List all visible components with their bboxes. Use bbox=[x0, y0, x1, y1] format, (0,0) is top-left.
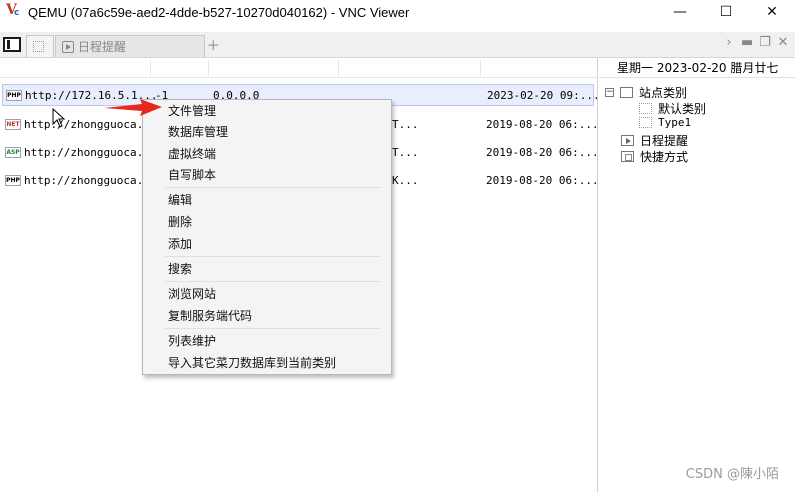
red-arrow-annotation bbox=[104, 99, 162, 116]
category-icon bbox=[639, 117, 652, 128]
menu-item-import-database[interactable]: 导入其它菜刀数据库到当前类别 bbox=[144, 352, 390, 374]
menu-divider bbox=[165, 281, 381, 282]
menu-item-custom-script[interactable]: 自写脚本 bbox=[144, 164, 390, 186]
window-title: QEMU (07a6c59e-aed2-4dde-b527-10270d0401… bbox=[28, 4, 410, 20]
schedule-icon bbox=[621, 135, 634, 146]
mouse-cursor-icon bbox=[52, 108, 66, 128]
net-badge-icon: NET bbox=[5, 119, 21, 130]
tab-minimize-icon[interactable]: ▬ bbox=[741, 35, 753, 50]
row-date: 2023-02-20 09:... bbox=[487, 89, 600, 102]
collapse-icon[interactable]: − bbox=[605, 88, 614, 97]
tree-item-default-category[interactable]: 默认类别 bbox=[639, 100, 706, 117]
folder-icon bbox=[620, 87, 633, 98]
tab-bar-controls: › ▬ ❐ ✕ bbox=[723, 35, 789, 50]
php-badge-icon: PHP bbox=[5, 175, 21, 186]
schedule-icon bbox=[62, 40, 74, 53]
menu-item-copy-server-code[interactable]: 复制服务端代码 bbox=[144, 305, 390, 327]
tab-schedule[interactable]: 日程提醒 bbox=[55, 35, 205, 57]
row-url: http://zhongguoca... bbox=[24, 174, 157, 187]
menu-item-file-manager[interactable]: 文件管理 bbox=[144, 100, 390, 122]
tab-schedule-label: 日程提醒 bbox=[78, 40, 127, 54]
column-divider[interactable] bbox=[150, 60, 151, 76]
menu-item-add[interactable]: 添加 bbox=[144, 233, 390, 255]
tree-item-type1[interactable]: Type1 bbox=[639, 116, 691, 129]
row-date: 2019-08-20 06:... bbox=[486, 118, 599, 131]
asp-badge-icon: ASP bbox=[5, 147, 21, 158]
menu-item-edit[interactable]: 编辑 bbox=[144, 189, 390, 211]
minimize-button[interactable]: — bbox=[657, 0, 703, 24]
right-panel: 星期一 2023-02-20 腊月廿七 − 站点类别 默认类别 Type1 日程… bbox=[599, 58, 795, 492]
context-menu: 文件管理 数据库管理 虚拟终端 自写脚本 编辑 删除 添加 搜索 浏览网站 复制… bbox=[142, 99, 392, 375]
window-titlebar: Vc QEMU (07a6c59e-aed2-4dde-b527-10270d0… bbox=[0, 0, 795, 24]
window-controls: — ☐ ✕ bbox=[657, 0, 795, 24]
menu-divider bbox=[165, 328, 381, 329]
row-url: http://zhongguoca... bbox=[24, 146, 157, 159]
row-date: 2019-08-20 06:... bbox=[486, 146, 599, 159]
menu-item-virtual-terminal[interactable]: 虚拟终端 bbox=[144, 143, 390, 165]
add-tab-button[interactable]: + bbox=[207, 36, 220, 54]
category-icon bbox=[639, 103, 652, 114]
blank-tab-icon bbox=[33, 41, 44, 52]
watermark: CSDN @陳小陌 bbox=[685, 467, 779, 482]
menu-item-delete[interactable]: 删除 bbox=[144, 211, 390, 233]
tree-item-site-category[interactable]: − 站点类别 bbox=[605, 84, 687, 101]
tab-restore-icon[interactable]: ❐ bbox=[759, 35, 771, 50]
row-field: K... bbox=[392, 174, 419, 187]
close-button[interactable]: ✕ bbox=[749, 0, 795, 24]
menu-item-browse-site[interactable]: 浏览网站 bbox=[144, 283, 390, 305]
vnc-viewer-icon: Vc bbox=[6, 2, 20, 18]
column-divider[interactable] bbox=[480, 60, 481, 76]
column-divider[interactable] bbox=[338, 60, 339, 76]
menu-divider bbox=[165, 256, 381, 257]
row-field: T... bbox=[392, 118, 419, 131]
maximize-button[interactable]: ☐ bbox=[703, 0, 749, 24]
date-header: 星期一 2023-02-20 腊月廿七 bbox=[599, 58, 795, 78]
menu-item-list-maintenance[interactable]: 列表维护 bbox=[144, 330, 390, 352]
tab-bar: 日程提醒 + › ▬ ❐ ✕ bbox=[0, 32, 795, 58]
menu-item-search[interactable]: 搜索 bbox=[144, 258, 390, 280]
chevron-right-icon[interactable]: › bbox=[723, 35, 735, 50]
tree-item-shortcuts[interactable]: 快捷方式 bbox=[621, 148, 688, 165]
column-divider[interactable] bbox=[208, 60, 209, 76]
sidebar-toggle-icon[interactable] bbox=[3, 37, 21, 52]
row-date: 2019-08-20 06:... bbox=[486, 174, 599, 187]
tab-blank[interactable] bbox=[26, 35, 54, 57]
tab-close-icon[interactable]: ✕ bbox=[777, 35, 789, 50]
shortcut-icon bbox=[621, 151, 634, 162]
php-badge-icon: PHP bbox=[6, 90, 22, 101]
row-url: http://zhongguoca... bbox=[24, 118, 157, 131]
list-header bbox=[0, 58, 598, 78]
menu-item-database-manager[interactable]: 数据库管理 bbox=[144, 121, 390, 143]
row-field: T... bbox=[392, 146, 419, 159]
tree-item-schedule[interactable]: 日程提醒 bbox=[621, 132, 688, 149]
menu-divider bbox=[165, 187, 381, 188]
